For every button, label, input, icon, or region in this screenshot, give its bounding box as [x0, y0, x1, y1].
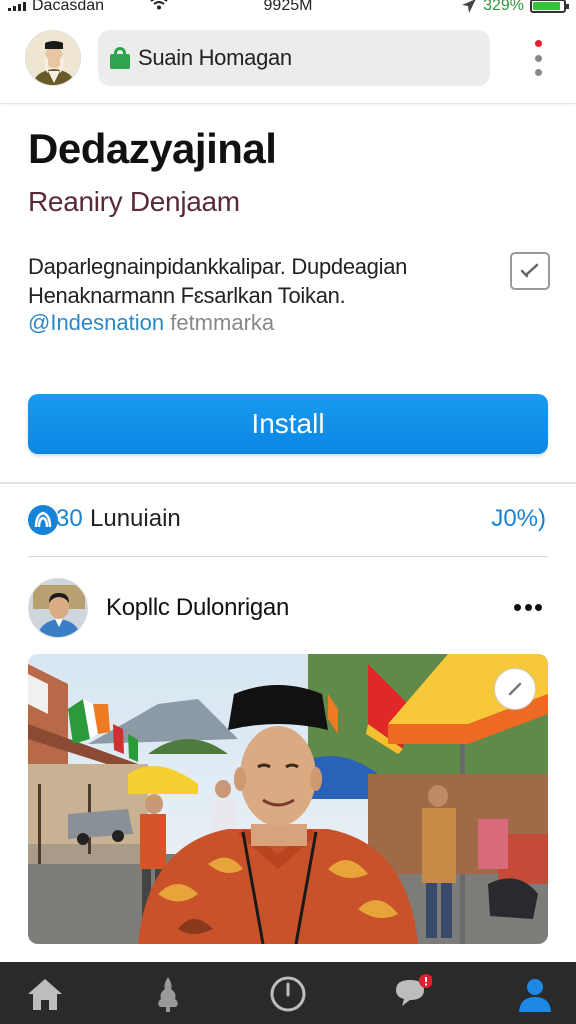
- stats-icon: [28, 505, 58, 535]
- nav-profile[interactable]: [513, 972, 557, 1016]
- url-bar[interactable]: Suain Homagan: [98, 30, 490, 86]
- section-divider: [0, 482, 576, 484]
- battery-percent: 329%: [483, 0, 524, 14]
- nav-tree[interactable]: [146, 972, 190, 1016]
- notification-dot: [534, 40, 542, 47]
- edit-checkbox[interactable]: [510, 252, 550, 290]
- location-arrow-icon: [462, 0, 476, 13]
- tree-icon: [158, 977, 178, 1012]
- more-horiz-icon[interactable]: [514, 604, 542, 612]
- status-bar: Dacasdan 9925M 329%: [0, 0, 576, 18]
- author-avatar[interactable]: [28, 578, 88, 638]
- profile-icon: [519, 979, 551, 1012]
- nav-chat[interactable]: [390, 972, 434, 1016]
- expand-button[interactable]: [494, 668, 536, 710]
- nav-clock[interactable]: [266, 972, 310, 1016]
- battery-level-fill: [533, 2, 560, 10]
- bottom-navigation: [0, 962, 576, 1024]
- install-button[interactable]: Install: [28, 394, 548, 454]
- nav-home[interactable]: [23, 972, 67, 1016]
- stats-percent[interactable]: J0%): [491, 505, 546, 533]
- developer-name[interactable]: Reaniry Denjaam: [28, 186, 240, 218]
- stats-count: 30: [56, 505, 83, 532]
- home-icon: [28, 979, 62, 1010]
- author-portrait: [29, 579, 87, 637]
- lock-icon: [110, 47, 130, 69]
- status-right: 329%: [461, 0, 569, 15]
- expand-icon: [508, 682, 522, 696]
- tag-text: fetmmarka: [170, 310, 275, 335]
- top-app-bar: Suain Homagan: [0, 18, 576, 104]
- check-edit-icon: [520, 263, 539, 278]
- profile-avatar[interactable]: [25, 30, 81, 86]
- more-vert-icon[interactable]: [532, 40, 544, 76]
- app-title: Dedazyajinal: [28, 125, 277, 172]
- description-line-1: Daparlegnainpidankkalipar. Dupdeagian: [28, 254, 408, 279]
- avatar-portrait: [26, 31, 80, 85]
- description-line-2: Henaknarmann Fɛsarlkan Toikan.: [28, 283, 346, 308]
- tag-handle-link[interactable]: @Indesnation: [28, 310, 164, 335]
- post-author-name[interactable]: Kopllc Dulonrigan: [106, 594, 289, 622]
- clock-icon: [270, 976, 306, 1012]
- post-photo[interactable]: [28, 654, 548, 944]
- url-text: Suain Homagan: [138, 45, 292, 70]
- stats-divider: [28, 556, 548, 557]
- tag-line: @Indesnation fetmmarka: [28, 310, 274, 336]
- app-description: Daparlegnainpidankkalipar. Dupdeagian He…: [28, 252, 498, 310]
- battery-icon: [530, 0, 569, 13]
- stats-label: Lunuiain: [90, 505, 181, 532]
- market-scene-image: [28, 654, 548, 944]
- chat-icon: [396, 974, 432, 1006]
